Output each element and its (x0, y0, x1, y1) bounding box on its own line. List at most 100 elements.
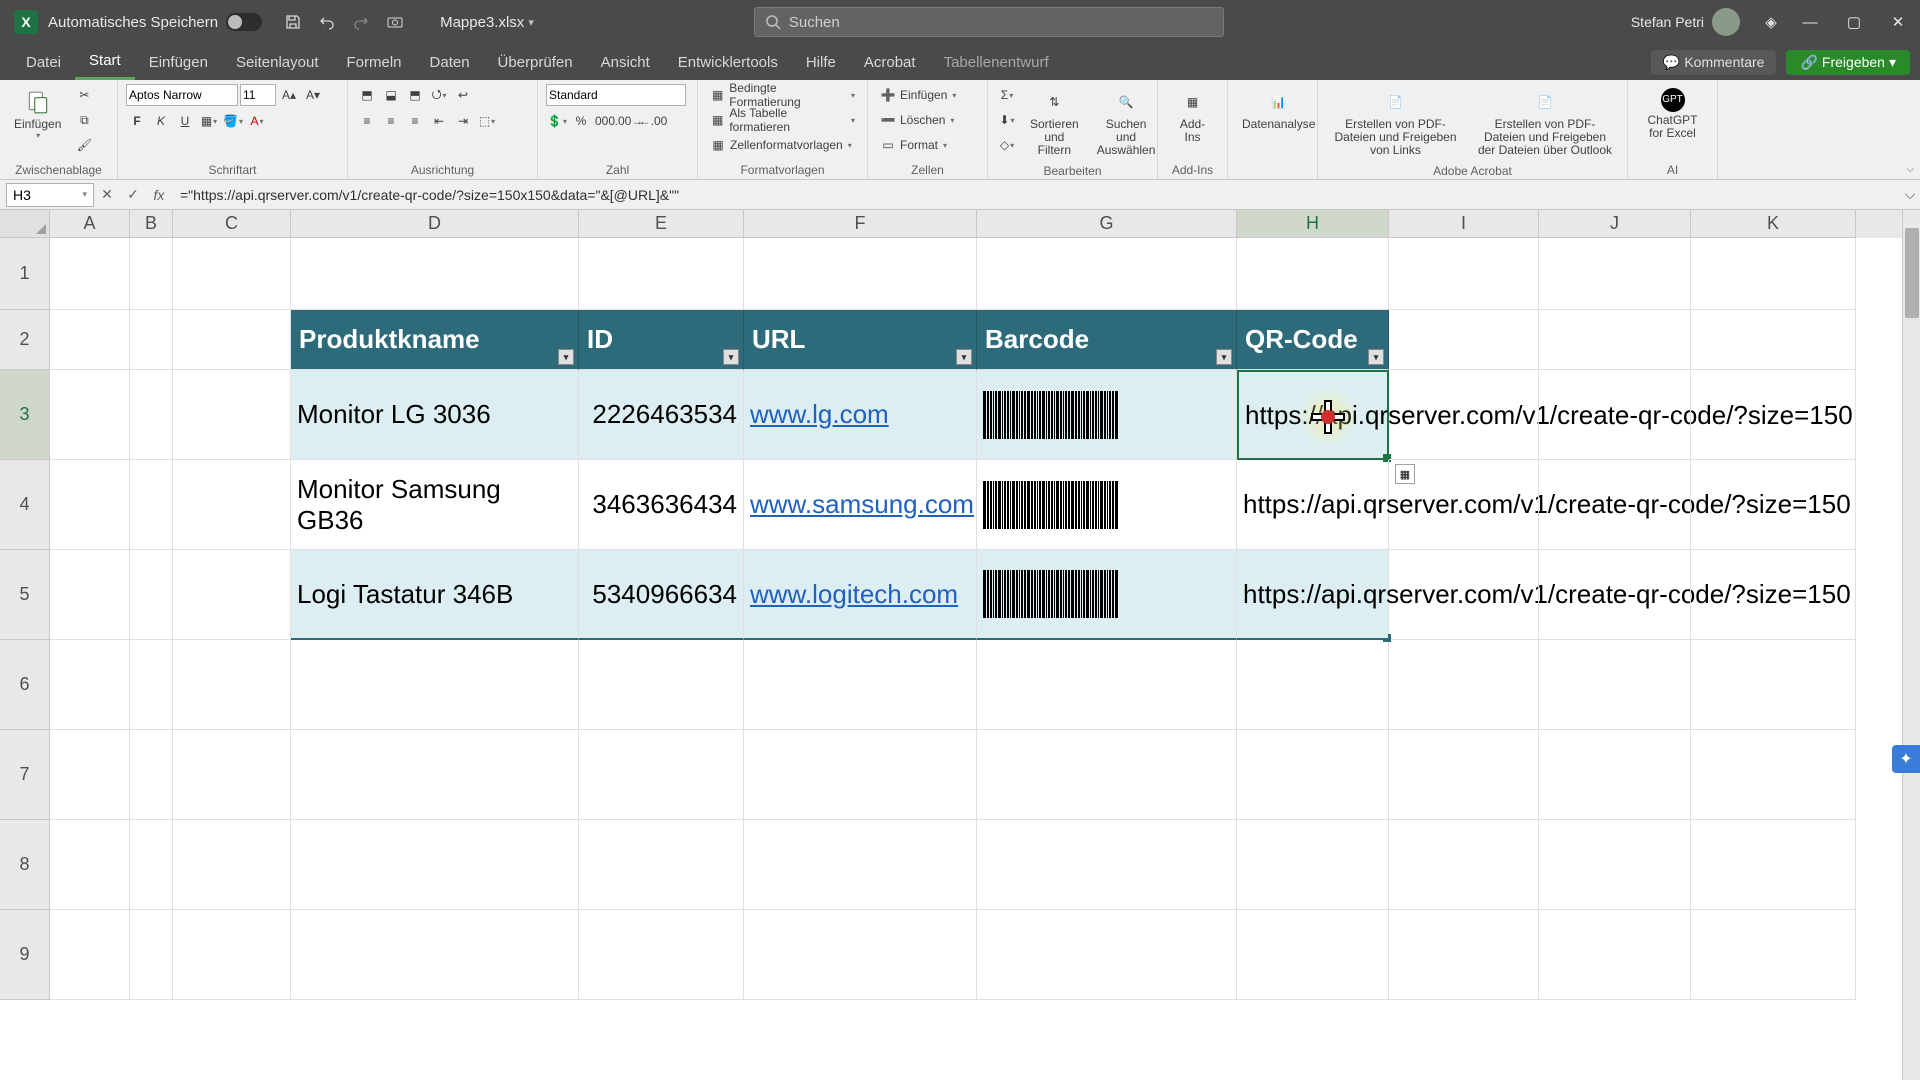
row-header-3[interactable]: 3 (0, 370, 50, 460)
column-header-G[interactable]: G (977, 210, 1237, 238)
delete-cells-button[interactable]: ➖Löschen▾ (876, 109, 960, 131)
cell-E9[interactable] (579, 910, 744, 1000)
cell-D8[interactable] (291, 820, 579, 910)
insert-cells-button[interactable]: ➕Einfügen▾ (876, 84, 960, 106)
filename[interactable]: Mappe3.xlsx (440, 14, 524, 31)
align-right-icon[interactable]: ≡ (404, 110, 426, 132)
cell-D2[interactable]: Produktkname▾ (291, 310, 579, 370)
cell-H9[interactable] (1237, 910, 1389, 1000)
cell-G6[interactable] (977, 640, 1237, 730)
copilot-side-icon[interactable]: ✦ (1892, 745, 1920, 773)
cell-E4[interactable]: 3463636434 (579, 460, 744, 550)
cell-E6[interactable] (579, 640, 744, 730)
cell-I3[interactable] (1389, 370, 1539, 460)
column-header-C[interactable]: C (173, 210, 291, 238)
cell-C4[interactable] (173, 460, 291, 550)
cut-icon[interactable]: ✂ (73, 84, 95, 106)
column-header-J[interactable]: J (1539, 210, 1691, 238)
cell-G5[interactable] (977, 550, 1237, 640)
column-header-F[interactable]: F (744, 210, 977, 238)
cancel-formula-icon[interactable]: ✕ (94, 182, 120, 208)
cell-A7[interactable] (50, 730, 130, 820)
clear-icon[interactable]: ◇▾ (996, 134, 1018, 156)
cell-A8[interactable] (50, 820, 130, 910)
cell-G7[interactable] (977, 730, 1237, 820)
close-button[interactable]: ✕ (1876, 0, 1920, 44)
cell-B2[interactable] (130, 310, 173, 370)
share-button[interactable]: 🔗 Freigeben ▾ (1786, 50, 1910, 75)
username[interactable]: Stefan Petri (1631, 14, 1704, 30)
pdf-outlook-button[interactable]: 📄Erstellen von PDF-Dateien und Freigeben… (1471, 84, 1619, 162)
cell-D5[interactable]: Logi Tastatur 346B (291, 550, 579, 640)
cell-F7[interactable] (744, 730, 977, 820)
cell-J5[interactable] (1539, 550, 1691, 640)
increase-indent-icon[interactable]: ⇥ (452, 110, 474, 132)
cell-H3[interactable]: https://api.qrserver.com/v1/create-qr-co… (1237, 370, 1389, 460)
cell-A5[interactable] (50, 550, 130, 640)
comments-button[interactable]: 💬 Kommentare (1651, 50, 1777, 75)
row-header-8[interactable]: 8 (0, 820, 50, 910)
cell-I9[interactable] (1389, 910, 1539, 1000)
percent-icon[interactable]: % (570, 110, 592, 132)
addins-button[interactable]: ▦Add-Ins (1166, 84, 1219, 148)
filter-dropdown-icon[interactable]: ▾ (956, 349, 972, 365)
cell-A3[interactable] (50, 370, 130, 460)
cell-H6[interactable] (1237, 640, 1389, 730)
merge-icon[interactable]: ⬚▾ (476, 110, 498, 132)
cell-B9[interactable] (130, 910, 173, 1000)
undo-icon[interactable] (314, 9, 340, 35)
column-header-E[interactable]: E (579, 210, 744, 238)
autosave-toggle[interactable] (226, 13, 262, 31)
cell-G8[interactable] (977, 820, 1237, 910)
vertical-scrollbar[interactable] (1902, 210, 1920, 1080)
cell-D9[interactable] (291, 910, 579, 1000)
italic-icon[interactable]: K (150, 110, 172, 132)
decrease-font-icon[interactable]: A▾ (302, 84, 324, 106)
row-header-1[interactable]: 1 (0, 238, 50, 310)
column-header-A[interactable]: A (50, 210, 130, 238)
cell-H8[interactable] (1237, 820, 1389, 910)
ribbon-tab-start[interactable]: Start (75, 44, 135, 80)
diamond-icon[interactable]: ◈ (1758, 9, 1784, 35)
cell-D7[interactable] (291, 730, 579, 820)
cell-J1[interactable] (1539, 238, 1691, 310)
avatar[interactable] (1712, 8, 1740, 36)
cell-G1[interactable] (977, 238, 1237, 310)
cell-K2[interactable] (1691, 310, 1856, 370)
row-header-9[interactable]: 9 (0, 910, 50, 1000)
cell-A2[interactable] (50, 310, 130, 370)
pdf-links-button[interactable]: 📄Erstellen von PDF-Dateien und Freigeben… (1326, 84, 1465, 162)
cell-C5[interactable] (173, 550, 291, 640)
cell-B7[interactable] (130, 730, 173, 820)
cell-I1[interactable] (1389, 238, 1539, 310)
filename-caret-icon[interactable]: ▾ (528, 16, 534, 29)
autosum-icon[interactable]: Σ▾ (996, 84, 1018, 106)
cell-E3[interactable]: 2226463534 (579, 370, 744, 460)
column-header-I[interactable]: I (1389, 210, 1539, 238)
font-color-icon[interactable]: A▾ (246, 110, 268, 132)
column-header-H[interactable]: H (1237, 210, 1389, 238)
cell-C6[interactable] (173, 640, 291, 730)
cell-A6[interactable] (50, 640, 130, 730)
cell-J9[interactable] (1539, 910, 1691, 1000)
find-select-button[interactable]: 🔍Suchen und Auswählen (1091, 84, 1162, 162)
autofill-options-icon[interactable]: ▦ (1395, 464, 1415, 484)
cell-C7[interactable] (173, 730, 291, 820)
column-header-K[interactable]: K (1691, 210, 1856, 238)
cell-E8[interactable] (579, 820, 744, 910)
cell-F8[interactable] (744, 820, 977, 910)
currency-icon[interactable]: 💲▾ (546, 110, 568, 132)
align-center-icon[interactable]: ≡ (380, 110, 402, 132)
data-analysis-button[interactable]: 📊Datenanalyse (1236, 84, 1321, 135)
name-box[interactable]: H3▾ (6, 183, 94, 207)
cell-D6[interactable] (291, 640, 579, 730)
cell-G4[interactable] (977, 460, 1237, 550)
cell-A9[interactable] (50, 910, 130, 1000)
ribbon-tab-einfügen[interactable]: Einfügen (135, 44, 222, 80)
chatgpt-button[interactable]: GPTChatGPT for Excel (1636, 84, 1709, 144)
collapse-ribbon-icon[interactable]: ⌵ (1906, 164, 1914, 175)
copy-icon[interactable]: ⧉ (73, 109, 95, 131)
cell-E2[interactable]: ID▾ (579, 310, 744, 370)
filter-dropdown-icon[interactable]: ▾ (1368, 349, 1384, 365)
cell-J4[interactable] (1539, 460, 1691, 550)
